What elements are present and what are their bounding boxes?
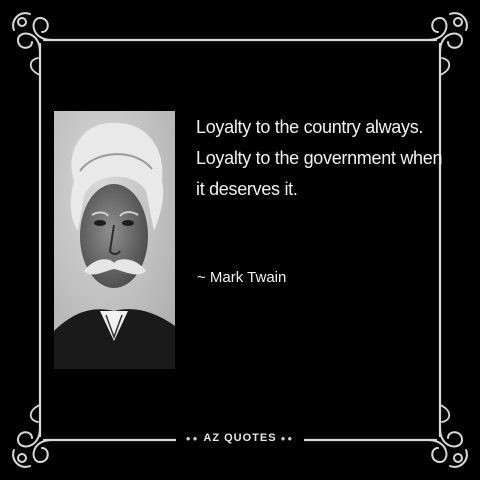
brand-name: AZ QUOTES (203, 432, 277, 444)
corner-top-left-flourish-icon (12, 12, 53, 53)
quote-card: Loyalty to the country always. Loyalty t… (0, 0, 480, 480)
quote-line: Loyalty to the government when (196, 148, 443, 168)
quote-line: Loyalty to the country always. (196, 117, 424, 137)
author-portrait (54, 111, 175, 369)
dots-left-icon: ●● (185, 433, 200, 443)
quote-line: it deserves it. (196, 179, 298, 199)
left-side-flourish-icon (29, 57, 41, 423)
brand-logo: ●● AZ QUOTES ●● (0, 428, 480, 448)
dots-right-icon: ●● (280, 433, 295, 443)
quote-author: ~ Mark Twain (197, 269, 287, 286)
quote-text: Loyalty to the country always. Loyalty t… (196, 112, 466, 205)
portrait-photo (54, 111, 175, 369)
corner-top-right-flourish-icon (427, 12, 468, 53)
